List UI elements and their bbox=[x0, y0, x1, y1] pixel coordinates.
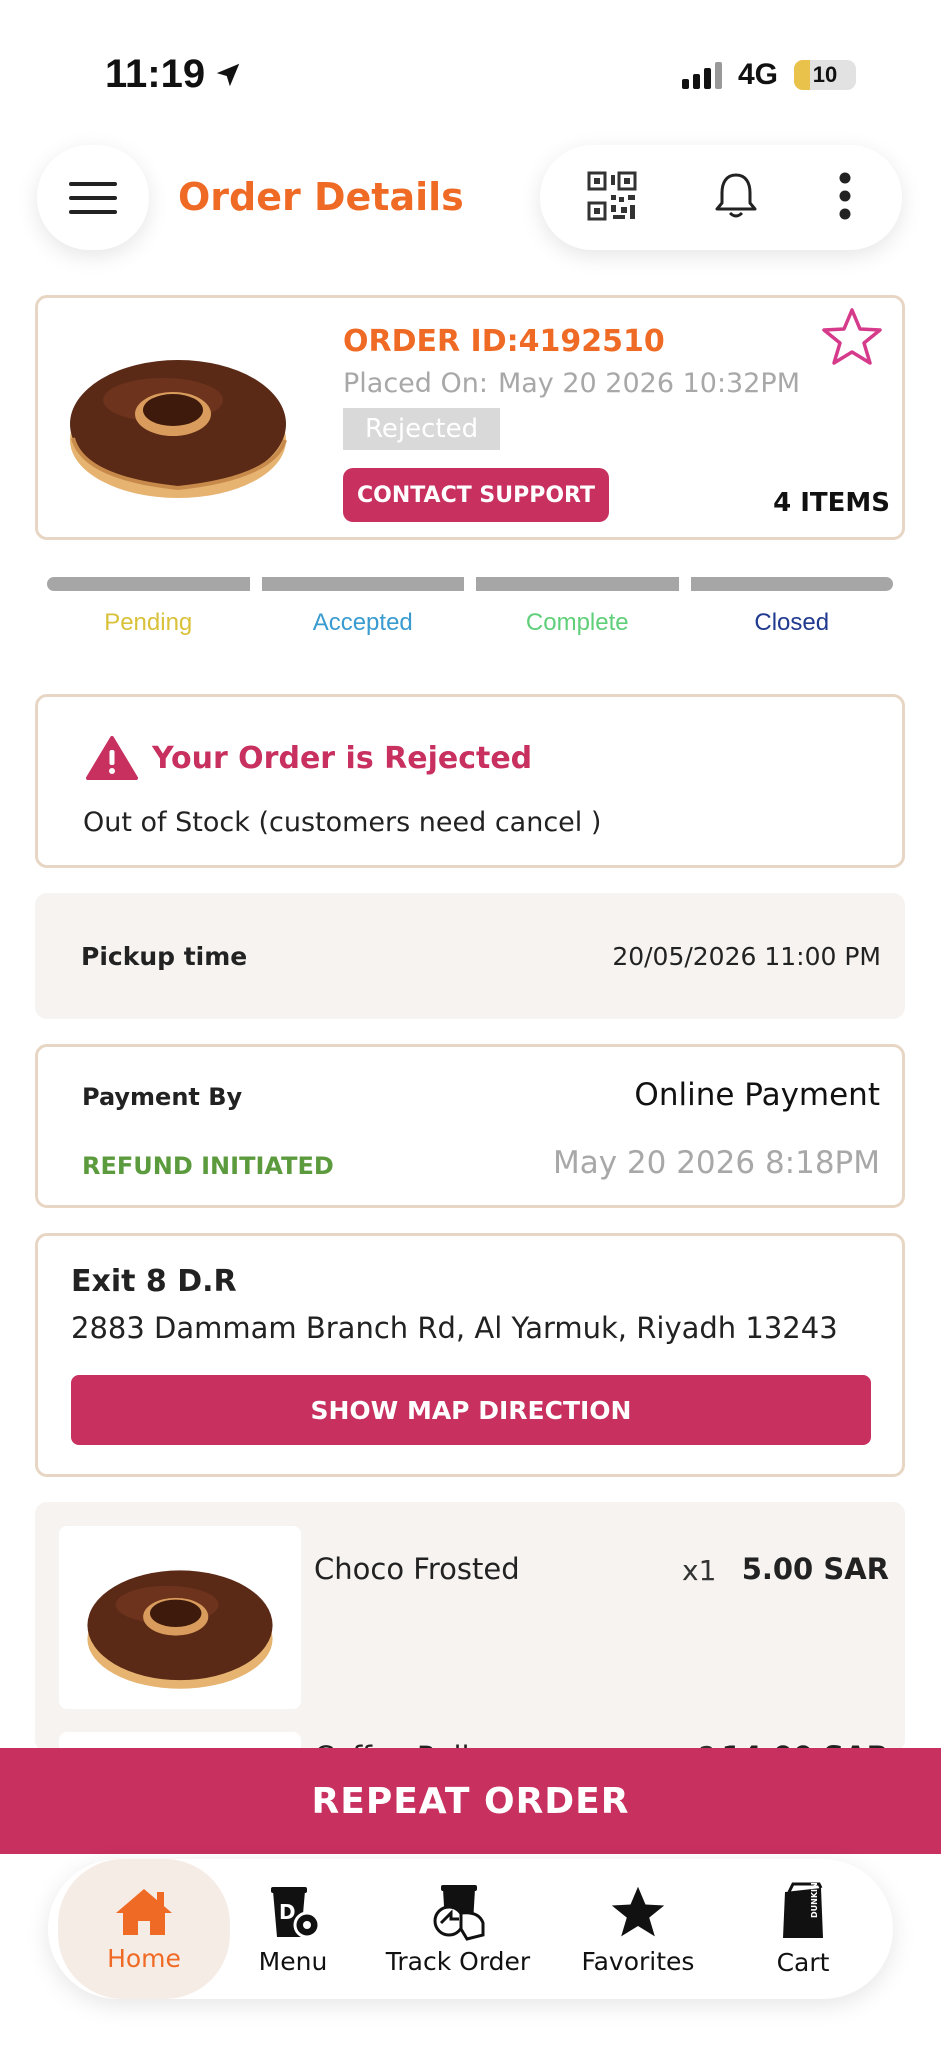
progress-step-closed: Closed bbox=[690, 577, 893, 637]
bell-icon bbox=[715, 173, 757, 217]
location-arrow-icon bbox=[216, 63, 240, 86]
status-time: 11:19 bbox=[105, 52, 243, 97]
progress-step-complete: Complete bbox=[476, 577, 679, 637]
list-item: Choco Frosted x1 5.00 SAR bbox=[59, 1526, 889, 1711]
progress-step-pending: Pending bbox=[47, 577, 250, 637]
page-title: Order Details bbox=[178, 175, 464, 219]
cart-bag-icon: DUNKIN bbox=[783, 1882, 823, 1938]
progress-bar bbox=[47, 577, 250, 591]
nav-label: Cart bbox=[776, 1947, 830, 1977]
nav-menu[interactable]: D Menu bbox=[233, 1859, 353, 1999]
item-price: 5.00 SAR bbox=[741, 1552, 889, 1586]
pickup-value: 20/05/2026 11:00 PM bbox=[612, 941, 881, 971]
star-icon bbox=[611, 1886, 665, 1936]
item-image bbox=[59, 1526, 301, 1709]
more-options-button[interactable] bbox=[835, 171, 855, 225]
store-address: 2883 Dammam Branch Rd, Al Yarmuk, Riyadh… bbox=[71, 1311, 838, 1345]
nav-label: Menu bbox=[258, 1946, 328, 1976]
header-actions bbox=[540, 145, 902, 250]
nav-label: Track Order bbox=[385, 1946, 531, 1976]
progress-bar bbox=[476, 577, 679, 591]
home-icon bbox=[116, 1888, 172, 1935]
payment-method: Online Payment bbox=[634, 1077, 880, 1113]
placed-label: Placed On: bbox=[343, 368, 488, 399]
warning-icon bbox=[86, 736, 138, 780]
progress-label: Pending bbox=[104, 609, 193, 636]
battery-icon: 10 bbox=[794, 60, 856, 90]
rejection-title: Your Order is Rejected bbox=[152, 740, 533, 776]
bottom-nav: Home D Menu Track Order Favorites DUNKIN… bbox=[48, 1859, 893, 1999]
progress-step-accepted: Accepted bbox=[261, 577, 464, 637]
progress-bar bbox=[690, 577, 893, 591]
svg-text:D: D bbox=[279, 1900, 296, 1924]
order-product-image bbox=[63, 328, 293, 507]
track-order-icon bbox=[433, 1884, 485, 1941]
show-map-direction-button[interactable]: SHOW MAP DIRECTION bbox=[71, 1375, 871, 1445]
nav-favorites[interactable]: Favorites bbox=[558, 1859, 718, 1999]
notifications-button[interactable] bbox=[712, 171, 760, 225]
pickup-label: Pickup time bbox=[81, 941, 248, 971]
item-name: Choco Frosted bbox=[314, 1552, 520, 1586]
signal-icon bbox=[681, 61, 722, 89]
refund-status: REFUND INITIATED bbox=[82, 1152, 334, 1180]
nav-label: Home bbox=[107, 1943, 181, 1973]
network-label: 4G bbox=[737, 58, 778, 91]
repeat-order-button[interactable]: REPEAT ORDER bbox=[0, 1748, 941, 1854]
status-indicators: 4G 10 bbox=[681, 58, 856, 92]
contact-support-button[interactable]: CONTACT SUPPORT bbox=[343, 468, 610, 522]
store-name: Exit 8 D.R bbox=[71, 1264, 237, 1299]
nav-home[interactable]: Home bbox=[58, 1859, 230, 1999]
rejection-notice: Your Order is Rejected Out of Stock (cus… bbox=[35, 694, 905, 868]
order-id: ORDER ID:4192510 bbox=[343, 324, 665, 359]
rejection-title-row: Your Order is Rejected bbox=[86, 735, 532, 781]
progress-label: Complete bbox=[525, 609, 629, 636]
progress-label: Closed bbox=[754, 609, 830, 636]
hamburger-menu-button[interactable] bbox=[37, 145, 149, 250]
order-summary-card: ORDER ID:4192510 Placed On: May 20 2026 1… bbox=[35, 295, 905, 540]
menu-cup-icon: D bbox=[271, 1886, 321, 1938]
status-badge: Rejected bbox=[343, 408, 501, 450]
nav-label: Favorites bbox=[581, 1946, 695, 1976]
payment-card: Payment By Online Payment REFUND INITIAT… bbox=[35, 1044, 905, 1208]
order-items-list: Choco Frosted x1 5.00 SAR Coffee Roll x2… bbox=[35, 1502, 905, 1752]
placed-on: Placed On: May 20 2026 10:32PM bbox=[343, 368, 800, 399]
store-card: Exit 8 D.R 2883 Dammam Branch Rd, Al Yar… bbox=[35, 1233, 905, 1477]
item-quantity: x1 bbox=[682, 1554, 717, 1587]
svg-text:DUNKIN: DUNKIN bbox=[810, 1882, 819, 1918]
donut-image bbox=[70, 360, 287, 498]
progress-bar bbox=[261, 577, 464, 591]
battery-level: 10 bbox=[812, 62, 838, 87]
more-vertical-icon bbox=[839, 172, 851, 219]
order-progress: Pending Accepted Complete Closed bbox=[47, 577, 893, 637]
hamburger-icon bbox=[69, 181, 117, 214]
qr-code-button[interactable] bbox=[587, 171, 637, 225]
clock-text: 11:19 bbox=[105, 52, 206, 96]
rejection-reason: Out of Stock (customers need cancel ) bbox=[83, 807, 602, 838]
placed-date: May 20 2026 10:32PM bbox=[497, 368, 800, 399]
nav-cart[interactable]: DUNKIN Cart bbox=[738, 1859, 868, 1999]
star-outline-icon bbox=[822, 308, 882, 365]
refund-date: May 20 2026 8:18PM bbox=[552, 1145, 880, 1181]
progress-label: Accepted bbox=[312, 609, 413, 636]
donut-image bbox=[87, 1569, 273, 1689]
payment-label: Payment By bbox=[82, 1083, 243, 1111]
items-count: 4 ITEMS bbox=[773, 488, 890, 518]
nav-track-order[interactable]: Track Order bbox=[373, 1859, 543, 1999]
pickup-time-row: Pickup time 20/05/2026 11:00 PM bbox=[35, 893, 905, 1019]
status-bar: 11:19 4G 10 bbox=[0, 0, 941, 130]
favorite-button[interactable] bbox=[820, 306, 884, 372]
qr-code-icon bbox=[587, 171, 637, 220]
